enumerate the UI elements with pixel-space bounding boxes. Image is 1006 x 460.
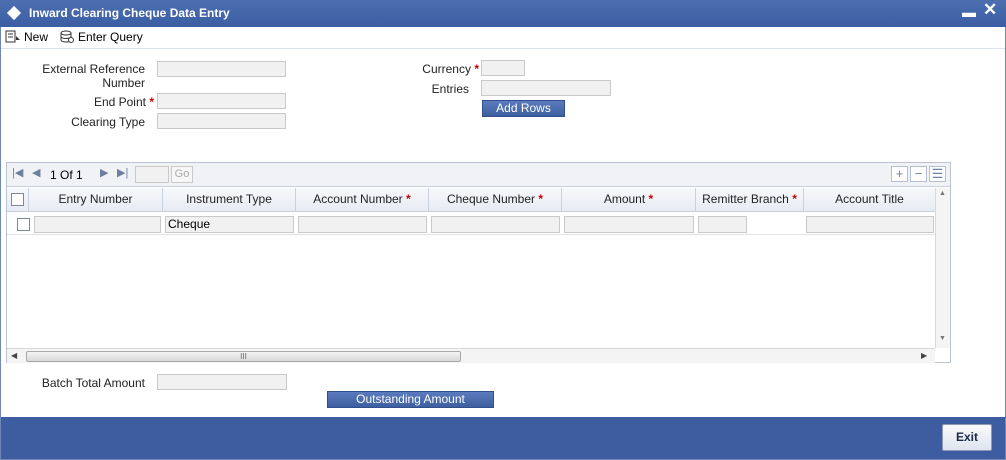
entry-number-input[interactable] (34, 216, 161, 233)
grid-vertical-scrollbar[interactable]: ▲ ▼ (935, 188, 950, 348)
required-mark: * (648, 192, 654, 206)
external-reference-label-line1: External Reference (42, 62, 145, 76)
toolbar: New Enter Query (1, 27, 1005, 49)
enter-query-button[interactable]: Enter Query (59, 27, 143, 47)
external-reference-label-line2: Number (102, 76, 145, 90)
enter-query-label: Enter Query (78, 30, 143, 44)
required-mark: * (149, 95, 154, 109)
grid-horizontal-scrollbar[interactable]: ◀ III ▶ (7, 348, 935, 363)
batch-total-amount-input[interactable] (157, 374, 287, 390)
add-row-icon[interactable]: + (891, 166, 908, 182)
new-document-icon (5, 30, 20, 43)
go-button[interactable]: Go (171, 166, 193, 183)
cheque-grid: |◀ ◀ 1 Of 1 ▶ ▶| Go + − ☰ Entry Number I… (6, 162, 951, 363)
entries-label: Entries (431, 82, 469, 96)
header-entry-number[interactable]: Entry Number (29, 188, 163, 212)
header-cheque-number[interactable]: Cheque Number * (429, 188, 562, 212)
instrument-type-field[interactable]: Cheque (165, 216, 294, 233)
currency-label: Currency * (380, 62, 479, 76)
required-mark: * (474, 62, 479, 76)
currency-label-text: Currency (422, 62, 471, 76)
window-title-bar: Inward Clearing Cheque Data Entry ▬ ✕ (0, 0, 1006, 27)
header-account-number[interactable]: Account Number * (296, 188, 429, 212)
required-mark: * (538, 192, 544, 206)
header-amount[interactable]: Amount * (562, 188, 696, 212)
horizontal-scroll-thumb[interactable]: III (26, 351, 461, 362)
header-remitter-branch[interactable]: Remitter Branch * (696, 188, 804, 212)
header-amount-text: Amount (603, 192, 646, 206)
batch-total-amount-label: Batch Total Amount (41, 376, 145, 390)
new-button[interactable]: New (5, 27, 48, 47)
header-select-cell (7, 188, 29, 212)
page-indicator: 1 Of 1 (50, 168, 83, 182)
amount-input[interactable] (564, 216, 694, 233)
minimize-icon[interactable]: ▬ (962, 4, 976, 20)
currency-input[interactable] (481, 60, 525, 76)
required-mark: * (792, 192, 797, 206)
list-view-icon[interactable]: ☰ (929, 166, 946, 182)
scroll-left-icon[interactable]: ◀ (11, 351, 17, 360)
query-database-icon (60, 30, 74, 43)
entries-input[interactable] (481, 80, 611, 96)
clearing-type-input[interactable] (157, 113, 286, 129)
first-page-icon[interactable]: |◀ (12, 166, 23, 179)
end-point-input[interactable] (157, 93, 286, 109)
outstanding-amount-button[interactable]: Outstanding Amount (327, 391, 494, 408)
scroll-right-icon[interactable]: ▶ (921, 351, 927, 360)
page-total: 1 (76, 168, 83, 182)
prev-page-icon[interactable]: ◀ (32, 166, 40, 179)
last-page-icon[interactable]: ▶| (117, 166, 128, 179)
table-row: Cheque (7, 213, 935, 235)
grid-header: Entry Number Instrument Type Account Num… (7, 188, 935, 212)
cheque-number-input[interactable] (431, 216, 560, 233)
new-label: New (24, 30, 49, 44)
add-rows-button[interactable]: Add Rows (482, 100, 565, 117)
header-account-title[interactable]: Account Title (804, 188, 935, 212)
end-point-label-text: End Point (93, 95, 146, 109)
grid-pager: |◀ ◀ 1 Of 1 ▶ ▶| Go + − ☰ (7, 163, 950, 187)
next-page-icon[interactable]: ▶ (100, 166, 108, 179)
header-remitter-branch-text: Remitter Branch (702, 192, 789, 206)
footer-bar (1, 417, 1005, 459)
required-mark: * (406, 192, 411, 206)
row-select-checkbox[interactable] (17, 218, 30, 231)
page-number-input[interactable] (135, 166, 169, 183)
page-current: 1 (50, 168, 57, 182)
scroll-up-icon[interactable]: ▲ (939, 190, 946, 197)
end-point-label: End Point * (20, 95, 154, 109)
window-diamond-icon (6, 5, 22, 21)
header-account-number-text: Account Number (313, 192, 403, 206)
exit-button[interactable]: Exit (942, 424, 992, 451)
external-reference-label: External Reference Number (20, 62, 145, 90)
remitter-branch-input[interactable] (698, 216, 747, 233)
delete-row-icon[interactable]: − (910, 166, 927, 182)
external-reference-input[interactable] (157, 61, 286, 77)
account-title-input[interactable] (806, 216, 934, 233)
clearing-type-label: Clearing Type (71, 115, 145, 129)
header-instrument-type[interactable]: Instrument Type (163, 188, 296, 212)
window-title: Inward Clearing Cheque Data Entry (29, 6, 230, 20)
close-icon[interactable]: ✕ (983, 0, 997, 20)
select-all-checkbox[interactable] (11, 193, 24, 206)
header-cheque-number-text: Cheque Number (446, 192, 536, 206)
account-number-input[interactable] (298, 216, 427, 233)
scroll-down-icon[interactable]: ▼ (939, 335, 946, 342)
page-of-label: Of (60, 168, 73, 182)
